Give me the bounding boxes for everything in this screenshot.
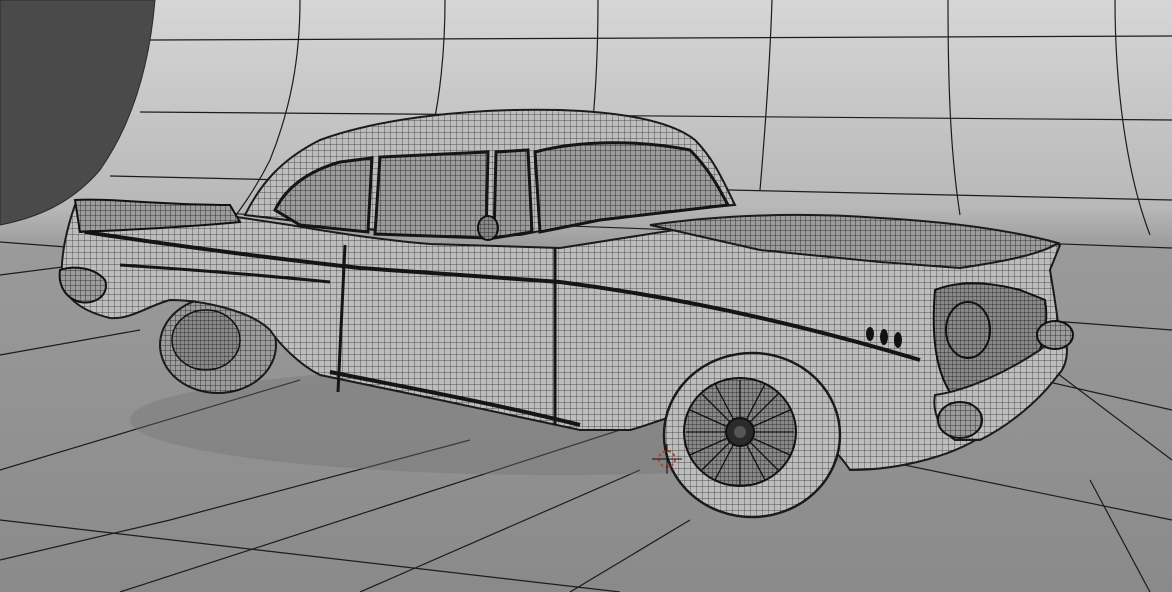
front-door-window [492, 148, 534, 240]
side-mirror [477, 215, 499, 241]
headlight [945, 301, 991, 359]
front-wheel[interactable] [662, 351, 842, 519]
3d-viewport[interactable] [0, 0, 1172, 592]
bumper-bullet-left [937, 401, 983, 439]
viewport-canvas[interactable] [0, 0, 1172, 592]
rear-door-window [373, 150, 490, 240]
bumper-bullet-right [1036, 320, 1074, 350]
